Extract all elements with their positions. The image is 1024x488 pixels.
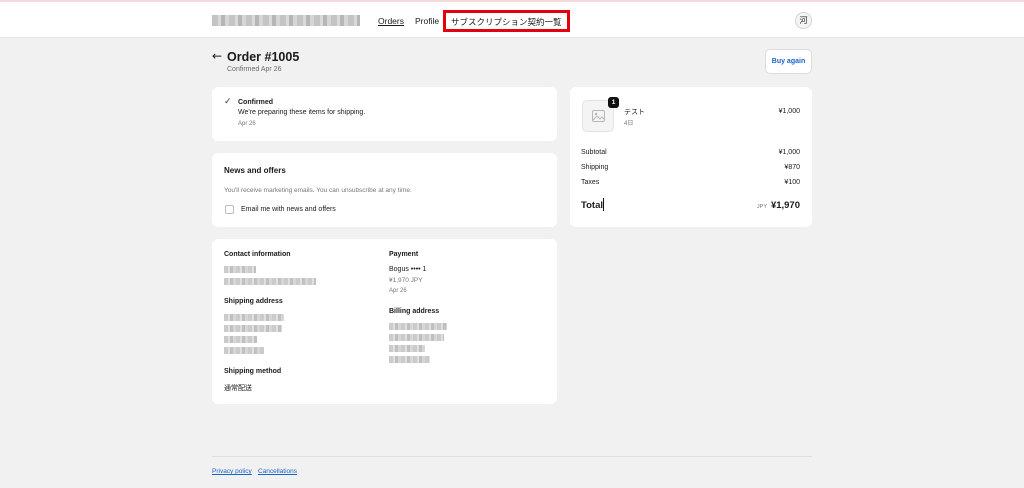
shipping-method-heading: Shipping method [224,368,282,375]
order-info-card: Contact information Shipping address Shi… [212,239,557,404]
shipping-address-line-redacted [224,336,257,343]
total-currency: JPY [756,204,767,210]
total-label: Total [581,200,603,211]
subtotal-value: ¥1,000 [778,149,800,156]
news-description: You'll receive marketing emails. You can… [224,187,412,194]
payment-method: Bogus •••• 1 [389,266,427,273]
billing-address-heading: Billing address [389,308,440,315]
nav-profile-link[interactable]: Profile [415,16,439,26]
status-message: We're preparing these items for shipping… [238,109,366,116]
payment-heading: Payment [389,251,419,258]
text-cursor [603,198,604,211]
product-price: ¥1,000 [778,108,800,115]
privacy-policy-link[interactable]: Privacy policy [212,468,252,475]
total-value: ¥1,970 [770,200,800,211]
product-variant: 4日 [624,121,634,127]
nav-orders-link[interactable]: Orders [378,16,404,26]
buy-again-button[interactable]: Buy again [765,49,812,74]
shipping-address-heading: Shipping address [224,298,283,305]
subtotal-label: Subtotal [581,149,607,156]
quantity-badge: 1 [608,97,619,108]
news-card: News and offers You'll receive marketing… [212,153,557,227]
taxes-label: Taxes [581,179,600,186]
shipping-address-line-redacted [224,325,282,332]
news-title: News and offers [224,166,286,175]
billing-address-line-redacted [389,345,425,352]
nav-subscriptions-link[interactable]: サブスクリプション契約一覧 [443,10,570,32]
email-news-label[interactable]: Email me with news and offers [241,206,336,213]
status-title: Confirmed [238,99,273,106]
shipping-label: Shipping [581,164,609,171]
shipping-address-line-redacted [224,347,264,354]
billing-address-line-redacted [389,356,430,363]
contact-name-redacted [224,266,256,273]
header-bar: Orders Profile サブスクリプション契約一覧 河 [0,2,1024,38]
payment-amount: ¥1,970 JPY [389,277,423,284]
email-news-checkbox[interactable] [225,205,234,214]
footer-divider [212,456,812,457]
image-placeholder-icon [592,110,605,122]
contact-heading: Contact information [224,251,291,258]
arrow-left-icon[interactable]: ← [212,49,222,63]
payment-date: Apr 26 [389,288,407,294]
billing-address-line-redacted [389,323,447,330]
store-logo[interactable] [212,15,360,26]
status-date: Apr 26 [238,121,256,127]
status-card: ✓ Confirmed We're preparing these items … [212,87,557,141]
taxes-value: ¥100 [784,179,800,186]
shipping-address-line-redacted [224,314,284,321]
product-name: テスト [624,109,645,116]
order-subtitle: Confirmed Apr 26 [227,66,282,73]
shipping-method-value: 通常配送 [224,385,252,392]
order-summary-card: 1 テスト 4日 ¥1,000 Subtotal ¥1,000 Shipping… [570,87,812,227]
account-avatar[interactable]: 河 [795,12,812,29]
shipping-value: ¥870 [784,164,800,171]
billing-address-line-redacted [389,334,444,341]
cancellations-link[interactable]: Cancellations [258,468,297,475]
contact-email-redacted [224,278,316,285]
checkmark-icon: ✓ [224,97,232,107]
order-title: Order #1005 [227,50,300,64]
